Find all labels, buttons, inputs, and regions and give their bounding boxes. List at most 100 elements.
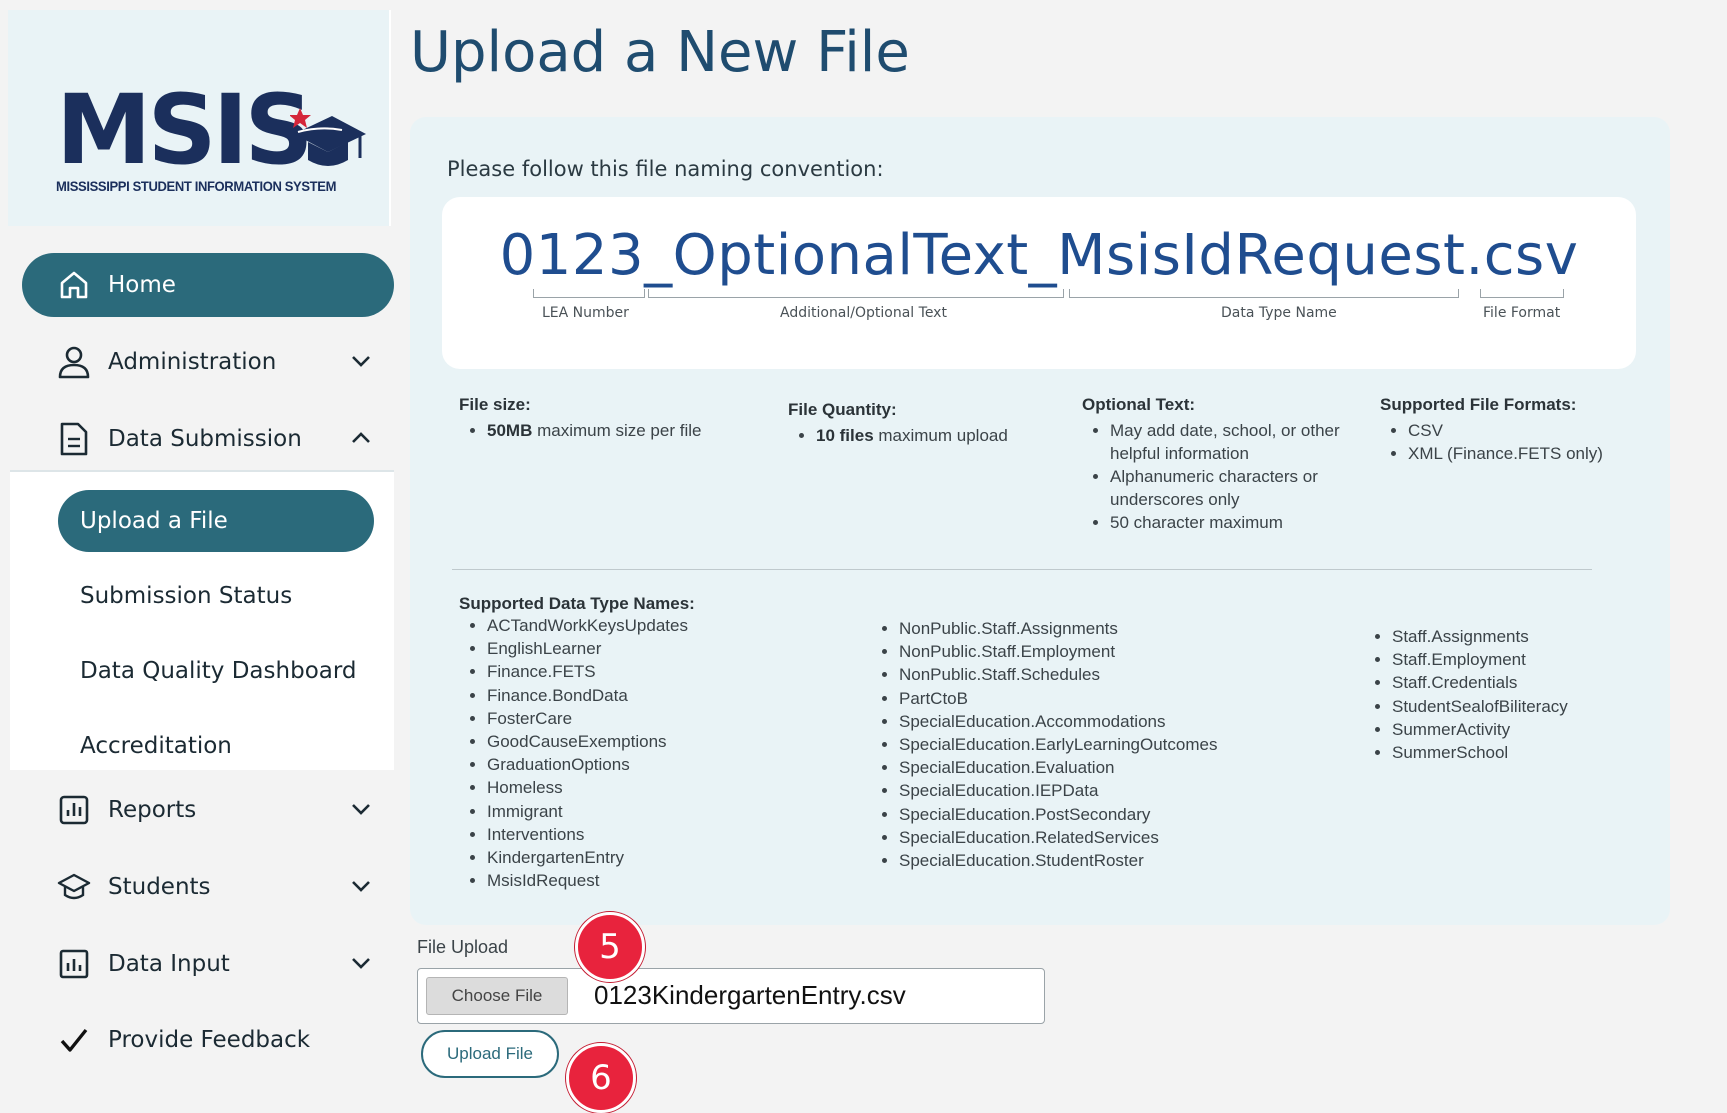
optional-text-heading: Optional Text:	[1082, 395, 1196, 414]
divider	[10, 470, 394, 472]
data-types-col-1: Supported Data Type Names: ACTandWorkKey…	[459, 594, 859, 892]
data-types-col-3: Staff.AssignmentsStaff.EmploymentStaff.C…	[1364, 625, 1644, 764]
chevron-down-icon	[352, 356, 370, 367]
data-types-heading: Supported Data Type Names:	[459, 594, 695, 613]
data-type-item: NonPublic.Staff.Employment	[899, 640, 1311, 663]
nav-data-submission[interactable]: Data Submission	[22, 407, 394, 471]
step-badge: 5	[575, 912, 645, 982]
data-type-item: Finance.FETS	[487, 660, 859, 683]
segment-label-data-type: Data Type Name	[1221, 305, 1337, 321]
file-upload-input[interactable]: Choose File 0123KindergartenEntry.csv	[417, 968, 1045, 1024]
file-quantity-heading: File Quantity:	[788, 400, 897, 419]
user-icon	[56, 344, 92, 380]
file-quantity-section: File Quantity: 10 files maximum upload	[788, 400, 1058, 447]
data-type-item: PartCtoB	[899, 687, 1311, 710]
data-type-item: GraduationOptions	[487, 753, 859, 776]
sidebar-item-label: Upload a File	[80, 508, 228, 534]
filename-example-card: 0123_OptionalText_MsisIdRequest.csv LEA …	[442, 197, 1636, 369]
data-type-item: Finance.BondData	[487, 684, 859, 707]
data-type-item: ACTandWorkKeysUpdates	[487, 614, 859, 637]
sidebar-item-data-quality-dashboard[interactable]: Data Quality Dashboard	[80, 658, 357, 684]
nav-students-label: Students	[108, 874, 211, 900]
data-type-item: SpecialEducation.StudentRoster	[899, 849, 1311, 872]
file-quantity-text: maximum upload	[873, 426, 1008, 445]
report-edit-icon	[56, 946, 92, 982]
segment-label-lea: LEA Number	[542, 305, 629, 321]
naming-convention-panel: Please follow this file naming conventio…	[410, 117, 1670, 925]
nav-provide-feedback-label: Provide Feedback	[108, 1027, 311, 1053]
filename-example: 0123_OptionalText_MsisIdRequest.csv	[499, 223, 1579, 288]
data-type-item: SpecialEducation.PostSecondary	[899, 803, 1311, 826]
sidebar-item-submission-status[interactable]: Submission Status	[80, 583, 292, 609]
page-title: Upload a New File	[410, 20, 910, 85]
sidebar-item-upload-a-file[interactable]: Upload a File	[58, 490, 374, 552]
data-type-item: Staff.Credentials	[1392, 671, 1644, 694]
data-type-item: Immigrant	[487, 800, 859, 823]
chevron-down-icon	[352, 804, 370, 815]
data-type-item: Homeless	[487, 776, 859, 799]
nav-students[interactable]: Students	[22, 855, 394, 919]
data-type-item: StudentSealofBiliteracy	[1392, 695, 1644, 718]
bracket-lea	[533, 289, 645, 298]
nav-provide-feedback[interactable]: Provide Feedback	[22, 1008, 394, 1072]
file-size-value: 50MB	[487, 421, 533, 440]
data-type-item: NonPublic.Staff.Schedules	[899, 663, 1311, 686]
data-type-item: NonPublic.Staff.Assignments	[899, 617, 1311, 640]
home-icon	[56, 267, 92, 303]
data-type-item: KindergartenEntry	[487, 846, 859, 869]
file-upload-label: File Upload	[417, 937, 509, 957]
bracket-optional	[648, 289, 1064, 298]
convention-label: Please follow this file naming conventio…	[447, 157, 884, 181]
data-type-item: FosterCare	[487, 707, 859, 730]
nav-administration[interactable]: Administration	[22, 330, 394, 394]
logo-text: MSIS	[56, 74, 314, 186]
nav-reports-label: Reports	[108, 797, 197, 823]
bracket-format	[1480, 289, 1564, 298]
data-type-item: SpecialEducation.EarlyLearningOutcomes	[899, 733, 1311, 756]
document-icon	[56, 421, 92, 457]
data-type-item: SpecialEducation.RelatedServices	[899, 826, 1311, 849]
data-type-item: SpecialEducation.Evaluation	[899, 756, 1311, 779]
nav-data-input[interactable]: Data Input	[22, 932, 394, 996]
chevron-down-icon	[352, 881, 370, 892]
bracket-data-type	[1069, 289, 1459, 298]
divider	[452, 569, 1592, 570]
list-item: CSV	[1408, 419, 1660, 442]
segment-label-format: File Format	[1483, 305, 1561, 321]
data-type-item: SpecialEducation.Accommodations	[899, 710, 1311, 733]
list-item: May add date, school, or other helpful i…	[1110, 419, 1368, 465]
data-type-item: MsisIdRequest	[487, 869, 859, 892]
list-item: Alphanumeric characters or underscores o…	[1110, 465, 1368, 511]
data-type-item: Staff.Assignments	[1392, 625, 1644, 648]
logo[interactable]: MSIS MISSISSIPPI STUDENT INFORMATION SYS…	[8, 10, 391, 226]
file-formats-heading: Supported File Formats:	[1380, 395, 1577, 414]
graduation-cap-icon	[290, 108, 366, 166]
file-quantity-value: 10 files	[816, 426, 874, 445]
list-item: 50 character maximum	[1110, 511, 1368, 534]
nav-data-input-label: Data Input	[108, 951, 230, 977]
data-type-item: SpecialEducation.IEPData	[899, 779, 1311, 802]
optional-text-section: Optional Text: May add date, school, or …	[1082, 395, 1368, 534]
chevron-up-icon	[352, 432, 370, 443]
data-type-item: SummerSchool	[1392, 741, 1644, 764]
chevron-down-icon	[352, 958, 370, 969]
sidebar-item-accreditation[interactable]: Accreditation	[80, 733, 232, 759]
check-icon	[56, 1022, 92, 1058]
file-size-section: File size: 50MB maximum size per file	[459, 395, 739, 442]
bar-chart-icon	[56, 792, 92, 828]
data-type-item: SummerActivity	[1392, 718, 1644, 741]
data-type-item: EnglishLearner	[487, 637, 859, 660]
segment-label-optional: Additional/Optional Text	[780, 305, 947, 321]
graduation-cap-icon	[56, 869, 92, 905]
data-type-item: Staff.Employment	[1392, 648, 1644, 671]
choose-file-button[interactable]: Choose File	[426, 977, 568, 1015]
list-item: XML (Finance.FETS only)	[1408, 442, 1660, 465]
data-type-item: Interventions	[487, 823, 859, 846]
file-formats-section: Supported File Formats: CSV XML (Finance…	[1380, 395, 1660, 465]
nav-home[interactable]: Home	[22, 253, 394, 317]
data-type-item: GoodCauseExemptions	[487, 730, 859, 753]
nav-reports[interactable]: Reports	[22, 778, 394, 842]
nav-data-submission-label: Data Submission	[108, 426, 302, 452]
selected-file-name: 0123KindergartenEntry.csv	[594, 980, 906, 1010]
file-size-text: maximum size per file	[532, 421, 702, 440]
